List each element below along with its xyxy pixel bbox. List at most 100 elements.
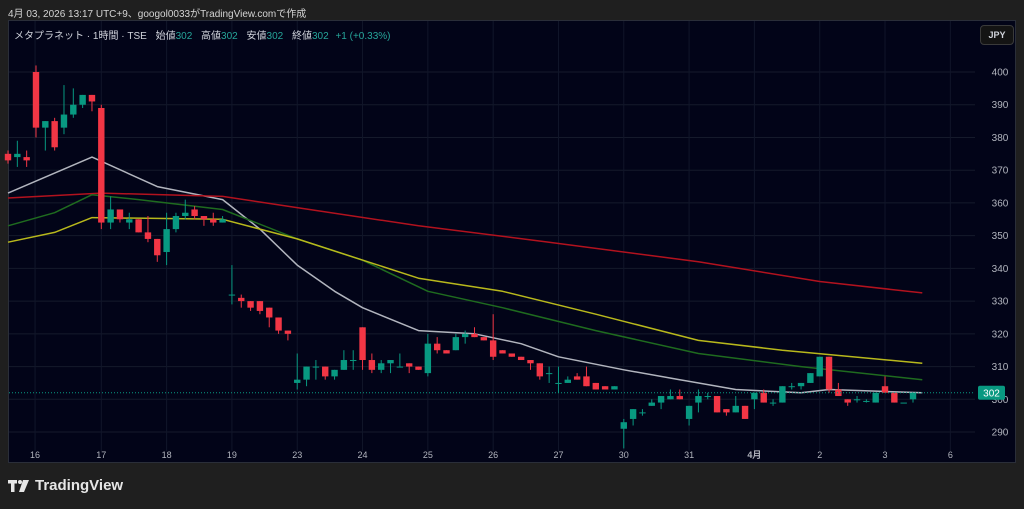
candle-up (751, 392, 758, 400)
candle-up (79, 94, 86, 105)
candle-down (266, 307, 273, 318)
candle-down (583, 376, 590, 387)
symbol-legend: メタプラネット · 1時間 · TSE 始値302 高値302 安値302 終値… (14, 27, 391, 42)
candle-down (713, 396, 721, 413)
candle-down (405, 363, 413, 367)
candle-up (611, 386, 618, 390)
candle-up (461, 333, 469, 338)
candle-down (368, 360, 376, 370)
candle-down (4, 153, 12, 161)
candle-down (359, 327, 366, 361)
x-tick-label: 30 (619, 450, 629, 460)
open-value: 302 (175, 31, 193, 42)
candle-up (555, 382, 562, 384)
candlestick-chart[interactable]: 29030031032033034035036037038039040016 17… (0, 0, 1024, 509)
candle-down (135, 219, 142, 233)
candle-up (695, 396, 702, 403)
candle-up (60, 114, 68, 128)
y-tick-label: 320 (992, 329, 1009, 340)
x-tick-label: 24 (358, 450, 368, 460)
candle-down (443, 350, 450, 354)
ma-red-line (7, 192, 923, 294)
candle-down (433, 343, 441, 351)
candle-up (807, 373, 814, 383)
candle-up (182, 212, 189, 217)
candle-up (779, 386, 786, 403)
x-tick-label: 26 (488, 450, 498, 460)
x-tick-label: 3 (883, 450, 888, 460)
y-tick-label: 350 (992, 231, 1009, 242)
low-value: 302 (266, 31, 284, 42)
candle-down (144, 232, 152, 239)
y-tick-label: 310 (992, 362, 1009, 373)
x-tick-label: 31 (684, 450, 694, 460)
x-tick-label: 2 (817, 450, 822, 460)
candle-down (51, 121, 58, 148)
candle-up (163, 229, 170, 253)
candle-down (210, 219, 217, 223)
candle-up (219, 219, 226, 223)
candle-up (294, 379, 301, 383)
candle-up (648, 402, 655, 406)
candle-up (788, 386, 795, 388)
high-value: 302 (221, 31, 238, 42)
symbol-title: メタプラネット · 1時間 · TSE (14, 31, 147, 42)
high-label: 高値 (201, 31, 222, 42)
candle-up (424, 343, 432, 374)
x-tick-label: 27 (553, 450, 563, 460)
candle-down (415, 366, 422, 370)
candle-down (601, 386, 609, 390)
candle-up (42, 121, 49, 128)
candle-down (238, 297, 245, 302)
close-label: 終値 (291, 31, 312, 42)
y-tick-label: 340 (992, 264, 1009, 275)
candle-up (452, 337, 460, 351)
ma-white-line (7, 156, 923, 394)
candle-down (881, 386, 889, 393)
candle-down (499, 350, 506, 354)
candle-up (545, 373, 553, 375)
candle-down (527, 360, 534, 364)
candle-down (247, 301, 254, 308)
x-tick-label: 16 (30, 450, 40, 460)
y-tick-label: 360 (992, 198, 1009, 209)
y-tick-label: 290 (992, 428, 1009, 439)
tradingview-logo-icon (8, 479, 29, 492)
y-tick-label: 400 (992, 68, 1009, 79)
candle-down (191, 209, 198, 217)
candle-down (88, 94, 96, 102)
candle-down (284, 330, 292, 334)
candle-down (723, 409, 730, 413)
currency-button[interactable]: JPY (980, 25, 1014, 45)
candle-down (322, 366, 329, 377)
candle-up (900, 402, 907, 404)
tradingview-logo[interactable]: TradingView (8, 477, 123, 494)
x-tick-label: 4月 (747, 450, 761, 460)
candle-up (564, 379, 571, 383)
candle-down (760, 392, 767, 403)
candle-up (657, 396, 665, 403)
candle-up (387, 360, 394, 364)
y-tick-label: 390 (992, 100, 1009, 111)
candle-down (891, 392, 898, 403)
candle-down (200, 216, 208, 220)
candle-down (573, 376, 581, 380)
candle-up (396, 366, 404, 368)
candle-down (489, 340, 497, 357)
candle-up (70, 104, 77, 115)
candle-up (303, 366, 310, 380)
candle-down (23, 157, 30, 161)
candle-down (154, 238, 161, 256)
candle-down (741, 405, 749, 419)
x-tick-label: 18 (162, 450, 172, 460)
last-price-label: 302 (983, 388, 1000, 399)
y-tick-label: 330 (992, 297, 1009, 308)
candle-down (256, 301, 264, 311)
candle-up (172, 216, 180, 230)
candle-up (14, 153, 21, 158)
y-tick-label: 380 (992, 133, 1009, 144)
candle-down (275, 317, 282, 331)
candle-up (732, 405, 739, 413)
candle-down (116, 209, 124, 220)
candle-down (676, 396, 683, 400)
